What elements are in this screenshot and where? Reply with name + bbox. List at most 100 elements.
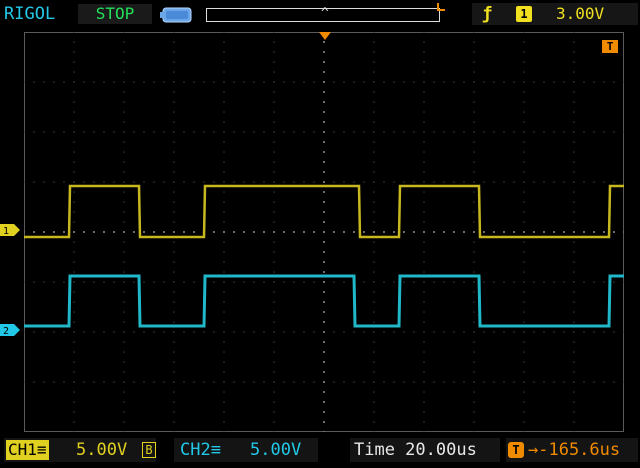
grid-dot	[242, 230, 246, 234]
grid-dot	[53, 281, 55, 283]
ch2-offset-marker[interactable]: 2	[0, 324, 20, 336]
grid-dot	[502, 230, 506, 234]
grid-dot	[33, 331, 35, 333]
grid-dot	[183, 281, 185, 283]
grid-dot	[423, 391, 425, 393]
grid-dot	[333, 381, 335, 383]
grid-dot	[123, 371, 125, 373]
grid-dot	[373, 131, 375, 133]
grid-dot	[302, 230, 306, 234]
grid-dot	[443, 381, 445, 383]
grid-dot	[133, 81, 135, 83]
grid-dot	[603, 81, 605, 83]
grid-dot	[613, 131, 615, 133]
grid-dot	[573, 291, 575, 293]
grid-dot	[373, 321, 375, 323]
grid-dot	[233, 131, 235, 133]
grid-dot	[173, 371, 175, 373]
grid-dot	[322, 80, 326, 84]
grid-dot	[333, 281, 335, 283]
grid-dot	[513, 81, 515, 83]
grid-dot	[473, 91, 475, 93]
ch1-offset-marker[interactable]: 1	[0, 224, 20, 236]
trigger-level-marker[interactable]: T	[602, 40, 618, 53]
waveform-display[interactable]	[24, 32, 624, 432]
grid-dot	[582, 230, 586, 234]
grid-dot	[273, 51, 275, 53]
grid-dot	[523, 261, 525, 263]
grid-dot	[483, 281, 485, 283]
grid-dot	[303, 81, 305, 83]
grid-dot	[553, 81, 555, 83]
grid-dot	[183, 131, 185, 133]
grid-dot	[352, 230, 356, 234]
timebase-settings[interactable]: Time 20.00us	[350, 438, 500, 462]
grid-dot	[223, 211, 225, 213]
grid-dot	[483, 331, 485, 333]
grid-dot	[63, 381, 65, 383]
trigger-offset-settings[interactable]: T →-165.6us	[506, 438, 638, 462]
trigger-position-marker[interactable]	[319, 32, 331, 40]
grid-dot	[573, 391, 575, 393]
dc-coupling-icon: ≡	[210, 440, 221, 460]
grid-dot	[33, 281, 35, 283]
grid-dot	[223, 391, 225, 393]
grid-dot	[173, 301, 175, 303]
grid-dot	[103, 331, 105, 333]
grid-dot	[73, 321, 75, 323]
grid-dot	[73, 171, 75, 173]
grid-dot	[253, 331, 255, 333]
grid-dot	[53, 331, 55, 333]
grid-dot	[73, 211, 75, 213]
grid-dot	[212, 230, 216, 234]
grid-dot	[473, 391, 475, 393]
grid-dot	[573, 351, 575, 353]
grid-dot	[223, 361, 225, 363]
grid-dot	[173, 361, 175, 363]
grid-dot	[573, 131, 575, 133]
grid-dot	[273, 411, 275, 413]
grid-dot	[143, 281, 145, 283]
trigger-settings[interactable]: ƒ 1 3.00V	[472, 3, 638, 25]
grid-dot	[393, 131, 395, 133]
grid-dot	[173, 311, 175, 313]
grid-dot	[463, 331, 465, 333]
grid-dot	[123, 191, 125, 193]
grid-dot	[563, 81, 565, 83]
grid-dot	[133, 381, 135, 383]
graticule	[24, 32, 624, 432]
grid-dot	[123, 121, 125, 123]
grid-dot	[353, 131, 355, 133]
grid-dot	[423, 161, 425, 163]
grid-dot	[423, 351, 425, 353]
grid-dot	[383, 181, 385, 183]
grid-dot	[473, 51, 475, 53]
run-stop-status[interactable]: STOP	[78, 4, 152, 24]
grid-dot	[543, 181, 545, 183]
grid-dot	[473, 211, 475, 213]
grid-dot	[423, 361, 425, 363]
grid-dot	[173, 341, 175, 343]
grid-dot	[573, 411, 575, 413]
grid-dot	[503, 131, 505, 133]
grid-dot	[523, 161, 525, 163]
grid-dot	[432, 230, 436, 234]
memory-trigger-mark	[437, 3, 445, 11]
grid-dot	[123, 271, 125, 273]
grid-dot	[423, 401, 425, 403]
grid-dot	[273, 401, 275, 403]
grid-dot	[523, 301, 525, 303]
ch1-settings[interactable]: CH1≡ 5.00V B	[4, 438, 156, 462]
grid-dot	[123, 381, 125, 383]
ch2-settings[interactable]: CH2≡ 5.00V	[174, 438, 318, 462]
grid-dot	[423, 381, 425, 383]
grid-dot	[583, 381, 585, 383]
grid-dot	[413, 281, 415, 283]
grid-dot	[443, 281, 445, 283]
bandwidth-limit-icon: B	[142, 442, 156, 458]
grid-dot	[73, 221, 75, 223]
grid-dot	[373, 351, 375, 353]
grid-dot	[563, 131, 565, 133]
grid-dot	[423, 121, 425, 123]
grid-dot	[403, 281, 405, 283]
